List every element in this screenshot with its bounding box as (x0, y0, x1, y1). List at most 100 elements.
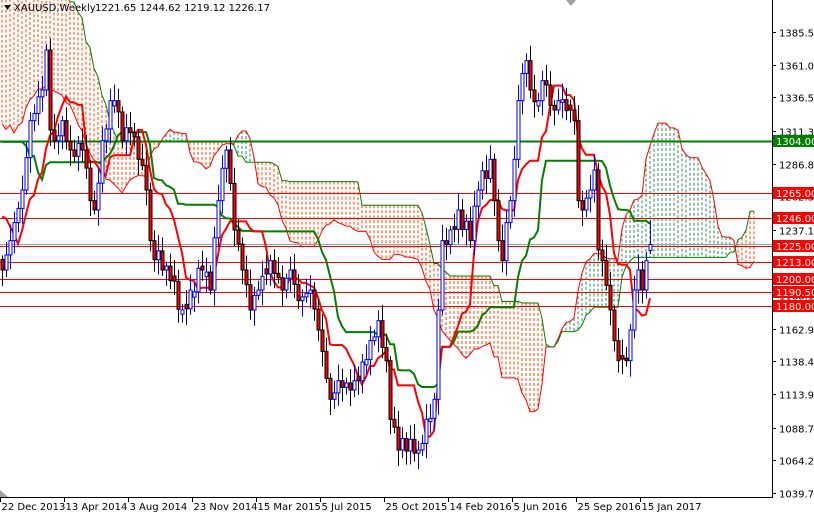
bull-candle (424, 418, 429, 444)
bull-candle (584, 197, 589, 211)
bear-candle (292, 269, 297, 285)
bear-candle (264, 268, 269, 275)
bear-candle (240, 243, 245, 271)
bull-candle (32, 112, 37, 122)
bull-candle (648, 243, 653, 251)
bear-candle (572, 109, 577, 122)
bull-candle (344, 382, 349, 388)
bear-candle (244, 269, 249, 286)
bull-candle (156, 250, 161, 261)
bear-candle (328, 377, 333, 400)
bear-candle (600, 249, 605, 262)
time-tick-label: 25 Sep 2016 (578, 502, 641, 513)
bull-candle (332, 392, 337, 400)
price-tick-label: 1385.50 (779, 29, 814, 40)
bull-candle (440, 240, 445, 311)
time-tick-label: 22 Dec 2013 (2, 502, 66, 513)
bull-candle (408, 438, 413, 452)
bear-candle (172, 275, 177, 282)
bull-candle (336, 380, 341, 394)
bear-candle (608, 284, 613, 311)
bull-candle (556, 100, 561, 111)
bull-candle (524, 60, 529, 74)
bear-candle (0, 258, 5, 271)
bull-candle (632, 289, 637, 331)
bull-candle (284, 277, 289, 291)
time-tick-label: 3 Aug 2014 (130, 502, 188, 513)
bull-candle (520, 72, 525, 102)
bear-candle (604, 260, 609, 286)
bear-candle (296, 283, 301, 302)
bull-candle (560, 99, 565, 103)
bear-candle (544, 80, 549, 86)
bull-candle (256, 289, 261, 296)
bull-candle (108, 100, 113, 130)
bear-candle (460, 209, 465, 231)
bull-candle (216, 200, 221, 239)
bull-candle (456, 209, 461, 230)
bull-candle (16, 207, 21, 224)
bull-candle (508, 200, 513, 224)
bear-candle (160, 250, 165, 271)
bear-candle (316, 308, 321, 331)
bear-candle (320, 329, 325, 352)
price-chart[interactable]: 1385.501361.001336.501311.301286.801262.… (0, 0, 814, 514)
bear-candle (640, 269, 645, 291)
bull-candle (628, 329, 633, 362)
bear-candle (68, 140, 73, 151)
bull-candle (260, 275, 265, 291)
bull-candle (36, 96, 41, 114)
bear-candle (580, 200, 585, 211)
bull-candle (376, 320, 381, 338)
bull-candle (308, 289, 313, 294)
shift-marker-icon[interactable] (566, 0, 576, 6)
bear-candle (380, 320, 385, 348)
bear-candle (92, 200, 97, 211)
bull-candle (20, 189, 25, 209)
bear-candle (356, 375, 361, 382)
bear-candle (280, 277, 285, 291)
bear-candle (484, 170, 489, 179)
bull-candle (504, 222, 509, 262)
bull-candle (540, 80, 545, 102)
bull-candle (192, 291, 197, 298)
bull-candle (300, 296, 305, 302)
bear-candle (140, 158, 145, 166)
price-tick-label: 1286.80 (779, 161, 814, 172)
bear-candle (272, 260, 277, 274)
bull-candle (416, 449, 421, 454)
bear-candle (620, 354, 625, 360)
time-tick-label: 5 Jun 2016 (514, 502, 568, 513)
bear-candle (564, 99, 569, 112)
level-label: 1304.00 (776, 137, 814, 148)
bull-candle (104, 128, 109, 142)
time-axis[interactable]: 22 Dec 2013 13 Apr 2014 3 Aug 2014 23 Nov 2… (0, 497, 702, 513)
bear-candle (324, 350, 329, 379)
bear-candle (548, 84, 553, 106)
bull-candle (124, 127, 129, 142)
bull-candle (464, 220, 469, 231)
bull-candle (100, 140, 105, 184)
time-tick-label: 25 Oct 2015 (386, 502, 448, 513)
time-tick-label: 15 Jan 2017 (642, 502, 702, 513)
bull-candle (472, 205, 477, 242)
price-tick-label: 1336.50 (779, 94, 814, 105)
bull-candle (488, 158, 493, 179)
time-tick-label: 15 Mar 2015 (258, 502, 321, 513)
bear-candle (624, 357, 629, 362)
bear-candle (168, 265, 173, 282)
horizontal-levels (0, 140, 772, 307)
bull-candle (644, 260, 649, 291)
bear-candle (468, 220, 473, 242)
bear-candle (596, 169, 601, 251)
bull-candle (480, 170, 485, 191)
bull-candle (112, 100, 117, 107)
bull-candle (56, 135, 61, 142)
bear-candle (72, 149, 77, 157)
bear-candle (116, 100, 121, 113)
bull-candle (636, 269, 641, 291)
bear-candle (552, 104, 557, 111)
bull-candle (212, 237, 217, 291)
bull-candle (516, 100, 521, 160)
bear-candle (248, 284, 253, 311)
